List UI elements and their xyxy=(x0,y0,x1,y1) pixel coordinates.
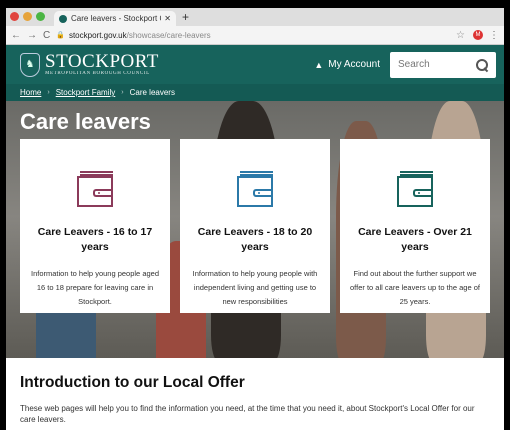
tab-close-icon[interactable]: ✕ xyxy=(164,14,171,23)
site-header: ♞ STOCKPORT METROPOLITAN BOROUGH COUNCIL… xyxy=(6,45,504,84)
wallet-icon xyxy=(397,171,433,207)
forward-arrow-icon[interactable]: → xyxy=(27,30,37,41)
chevron-right-icon: › xyxy=(121,89,124,96)
url-path: /showcase/care-leavers xyxy=(126,30,211,40)
hero-banner: Care leavers Care Leavers - 16 to 17 yea… xyxy=(6,101,504,358)
logo-name: STOCKPORT xyxy=(45,51,159,72)
person-icon: ▲ xyxy=(314,59,324,70)
browser-window: Care leavers - Stockport Coun ✕ + ← → C … xyxy=(6,8,504,430)
breadcrumb-stockport-family[interactable]: Stockport Family xyxy=(56,88,116,97)
wallet-icon xyxy=(77,171,113,207)
browser-tab[interactable]: Care leavers - Stockport Coun ✕ xyxy=(54,11,176,26)
breadcrumb-home[interactable]: Home xyxy=(20,88,41,97)
extension-icon[interactable]: M xyxy=(473,30,483,40)
card-over-21[interactable]: Care Leavers - Over 21 years Find out ab… xyxy=(340,139,490,313)
card-16-to-17[interactable]: Care Leavers - 16 to 17 years Informatio… xyxy=(20,139,170,313)
close-window-button[interactable] xyxy=(10,12,19,21)
card-18-to-20[interactable]: Care Leavers - 18 to 20 years Informatio… xyxy=(180,139,330,313)
address-bar: ← → C 🔒 stockport.gov.uk /showcase/care-… xyxy=(6,26,504,45)
intro-text: These web pages will help you to find th… xyxy=(20,404,475,424)
card-description: Find out about the further support we of… xyxy=(350,269,480,306)
crest-icon: ♞ xyxy=(20,52,40,77)
search-icon[interactable] xyxy=(476,58,488,71)
breadcrumb: Home › Stockport Family › Care leavers xyxy=(6,84,504,101)
minimize-window-button[interactable] xyxy=(23,12,32,21)
lock-icon: 🔒 xyxy=(56,32,65,39)
back-arrow-icon[interactable]: ← xyxy=(11,30,21,41)
card-title[interactable]: Care Leavers - 18 to 20 years xyxy=(180,225,330,255)
chevron-right-icon: › xyxy=(47,89,50,96)
card-title[interactable]: Care Leavers - Over 21 years xyxy=(340,225,490,255)
wallet-icon xyxy=(237,171,273,207)
url-domain: stockport.gov.uk xyxy=(68,30,127,40)
device-frame: Care leavers - Stockport Coun ✕ + ← → C … xyxy=(0,0,510,430)
search-input[interactable]: Search xyxy=(390,51,496,78)
council-logo[interactable]: ♞ STOCKPORT METROPOLITAN BOROUGH COUNCIL xyxy=(20,51,159,77)
logo-subtitle: METROPOLITAN BOROUGH COUNCIL xyxy=(45,71,150,76)
card-title[interactable]: Care Leavers - 16 to 17 years xyxy=(20,225,170,255)
card-list: Care Leavers - 16 to 17 years Informatio… xyxy=(20,139,490,313)
url-field[interactable]: 🔒 stockport.gov.uk /showcase/care-leaver… xyxy=(56,31,456,40)
favicon-icon xyxy=(59,14,67,23)
intro-heading: Introduction to our Local Offer xyxy=(20,374,245,391)
my-account-link[interactable]: ▲ My Account xyxy=(314,59,380,70)
tab-title: Care leavers - Stockport Coun xyxy=(71,14,161,23)
new-tab-button[interactable]: + xyxy=(182,10,189,24)
window-controls xyxy=(10,12,45,21)
page-title: Care leavers xyxy=(20,109,151,134)
search-placeholder: Search xyxy=(398,59,430,70)
maximize-window-button[interactable] xyxy=(36,12,45,21)
bookmark-star-icon[interactable]: ☆ xyxy=(456,30,465,41)
my-account-label: My Account xyxy=(328,59,380,70)
browser-menu-icon[interactable]: ⋮ xyxy=(489,30,499,41)
card-description: Information to help young people with in… xyxy=(192,269,318,306)
card-description: Information to help young people aged 16… xyxy=(30,269,159,306)
tab-bar: Care leavers - Stockport Coun ✕ + xyxy=(6,8,504,26)
breadcrumb-current: Care leavers xyxy=(129,88,175,97)
reload-icon[interactable]: C xyxy=(43,30,50,41)
intro-section: Introduction to our Local Offer These we… xyxy=(6,358,504,425)
